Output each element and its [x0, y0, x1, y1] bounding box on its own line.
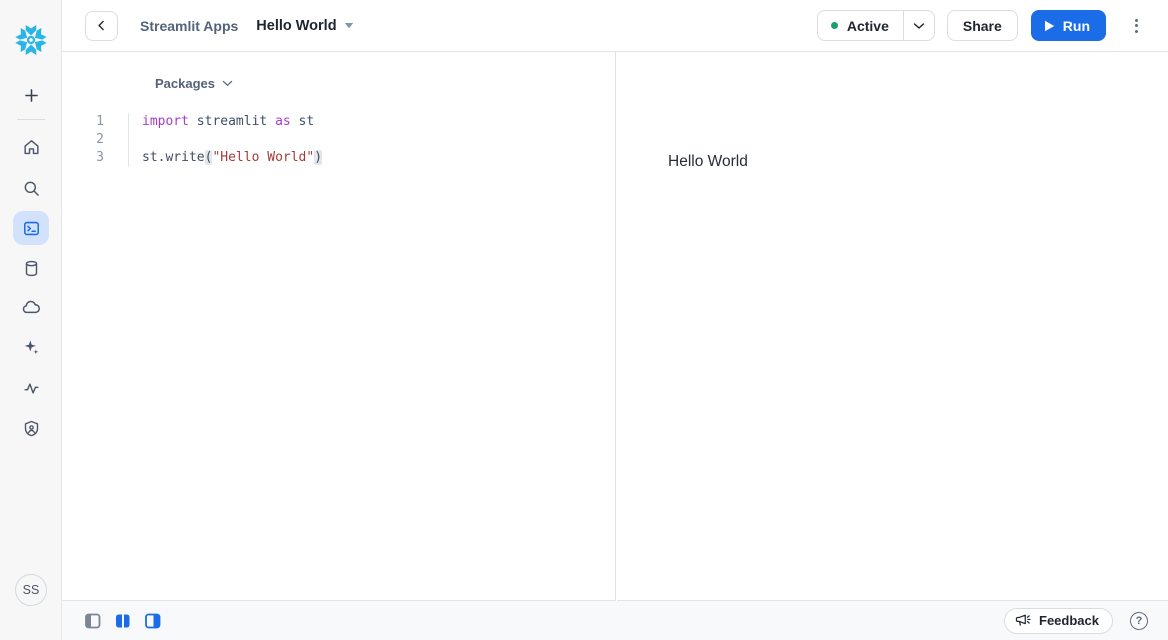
line-number: 2: [62, 131, 129, 149]
layout-toggle-group: [85, 613, 161, 629]
feedback-button[interactable]: Feedback: [1004, 608, 1113, 634]
projects-terminal-icon[interactable]: [0, 214, 62, 242]
app-name-caret-icon[interactable]: [344, 22, 354, 29]
header-bar: Streamlit Apps Hello World Active Share …: [62, 0, 1168, 52]
breadcrumb-section[interactable]: Streamlit Apps: [140, 18, 238, 34]
app-output-text: Hello World: [668, 153, 1168, 171]
code-line-2: 2: [62, 131, 615, 149]
admin-shield-icon[interactable]: [0, 414, 62, 442]
user-avatar[interactable]: SS: [15, 574, 47, 606]
footer-bar: Feedback ?: [62, 601, 1168, 640]
search-icon[interactable]: [0, 174, 62, 202]
chevron-down-icon: [913, 22, 925, 30]
code-line-1: 1 import streamlit as st: [62, 113, 615, 131]
code-editor-panel: Packages 1 import streamlit as st 2 3 st…: [62, 52, 616, 601]
status-button[interactable]: Active: [818, 11, 903, 40]
snowflake-logo[interactable]: [13, 22, 49, 58]
code-token: st.write: [142, 150, 205, 165]
code-line-3: 3 st.write("Hello World"): [62, 149, 615, 167]
status-split-button: Active: [817, 10, 935, 41]
run-label: Run: [1063, 18, 1090, 34]
line-number: 3: [62, 149, 129, 167]
megaphone-icon: [1015, 613, 1032, 628]
layout-preview-only-icon[interactable]: [145, 613, 161, 629]
more-options-kebab-icon[interactable]: [1124, 11, 1148, 41]
database-icon[interactable]: [0, 254, 62, 282]
active-status-dot: [831, 22, 838, 29]
cloud-icon[interactable]: [0, 293, 62, 321]
plus-icon[interactable]: [0, 81, 62, 109]
home-icon[interactable]: [0, 133, 62, 161]
ai-sparkles-icon[interactable]: [0, 333, 62, 361]
code-token: st: [291, 114, 314, 129]
back-button[interactable]: [85, 11, 118, 41]
line-number: 1: [62, 113, 129, 131]
layout-split-icon[interactable]: [115, 613, 131, 629]
code-token: as: [275, 114, 291, 129]
help-icon[interactable]: ?: [1130, 612, 1148, 630]
packages-label: Packages: [155, 76, 215, 91]
breadcrumb-current: Hello World: [256, 18, 336, 34]
packages-dropdown[interactable]: Packages: [155, 76, 615, 91]
code-token-string: "Hello World": [212, 150, 314, 165]
sidebar-divider: [17, 119, 45, 120]
status-label: Active: [847, 18, 889, 34]
run-button[interactable]: Run: [1031, 10, 1106, 41]
code-token-bracket: ): [314, 150, 322, 165]
chevron-down-icon: [222, 80, 233, 87]
code-token: import: [142, 114, 189, 129]
code-area[interactable]: 1 import streamlit as st 2 3 st.write("H…: [62, 113, 615, 167]
sidebar: SS: [0, 0, 62, 640]
app-preview-panel: Hello World: [617, 52, 1168, 601]
layout-editor-only-icon[interactable]: [85, 613, 101, 629]
code-token: streamlit: [189, 114, 275, 129]
monitoring-pulse-icon[interactable]: [0, 374, 62, 402]
play-icon: [1044, 20, 1055, 32]
status-dropdown-button[interactable]: [903, 11, 934, 40]
feedback-label: Feedback: [1039, 613, 1099, 628]
share-button[interactable]: Share: [947, 10, 1018, 41]
chevron-left-icon: [95, 19, 108, 32]
